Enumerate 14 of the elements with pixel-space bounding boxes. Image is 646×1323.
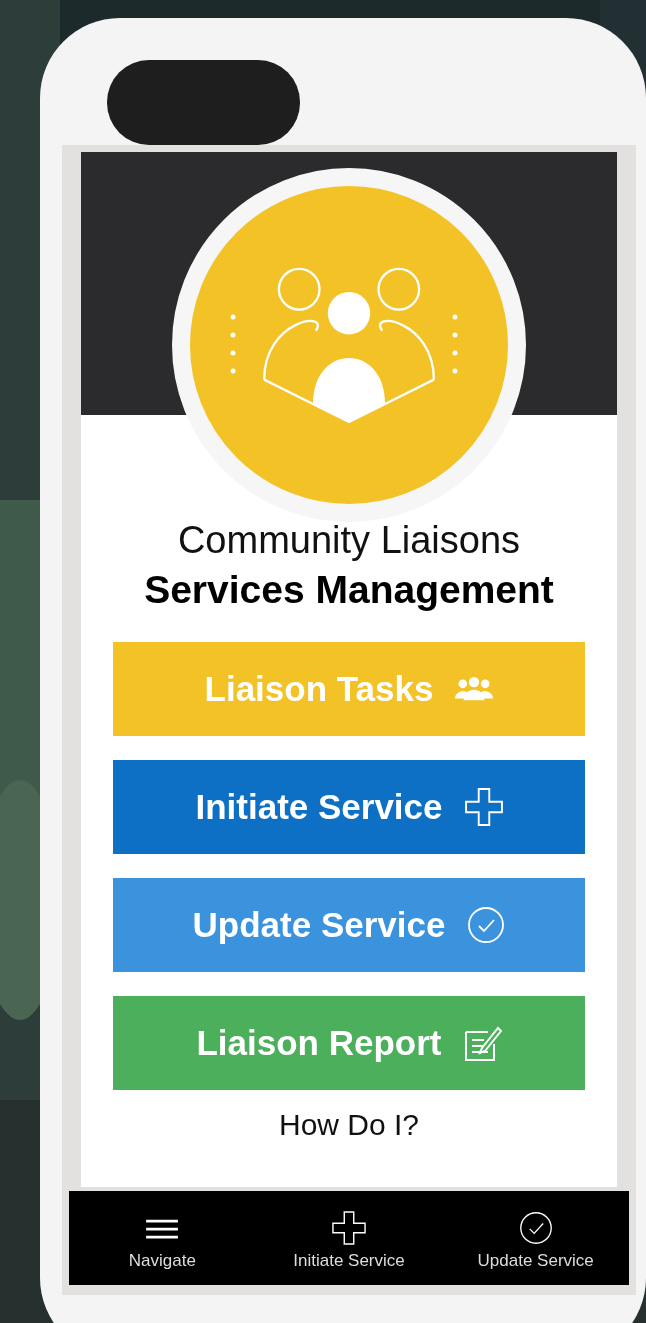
menu-button[interactable]: Initiate Service — [113, 760, 585, 854]
dots-icon — [452, 314, 458, 374]
plus-icon — [464, 788, 503, 826]
check-circle-icon — [518, 1211, 553, 1245]
app-title: Community Liaisons — [177, 519, 521, 562]
check-circle-icon — [467, 906, 506, 944]
help-link[interactable]: How Do I? — [278, 1108, 420, 1142]
nav-tab[interactable]: Update Service — [442, 1191, 629, 1285]
plus-icon — [332, 1211, 366, 1245]
nav-tab[interactable]: Initiate Service — [255, 1191, 443, 1285]
note-edit-icon — [463, 1024, 502, 1062]
dots-icon — [230, 314, 236, 374]
app-subtitle: Services Management — [144, 568, 554, 612]
nav-tab[interactable]: Navigate — [69, 1191, 256, 1285]
